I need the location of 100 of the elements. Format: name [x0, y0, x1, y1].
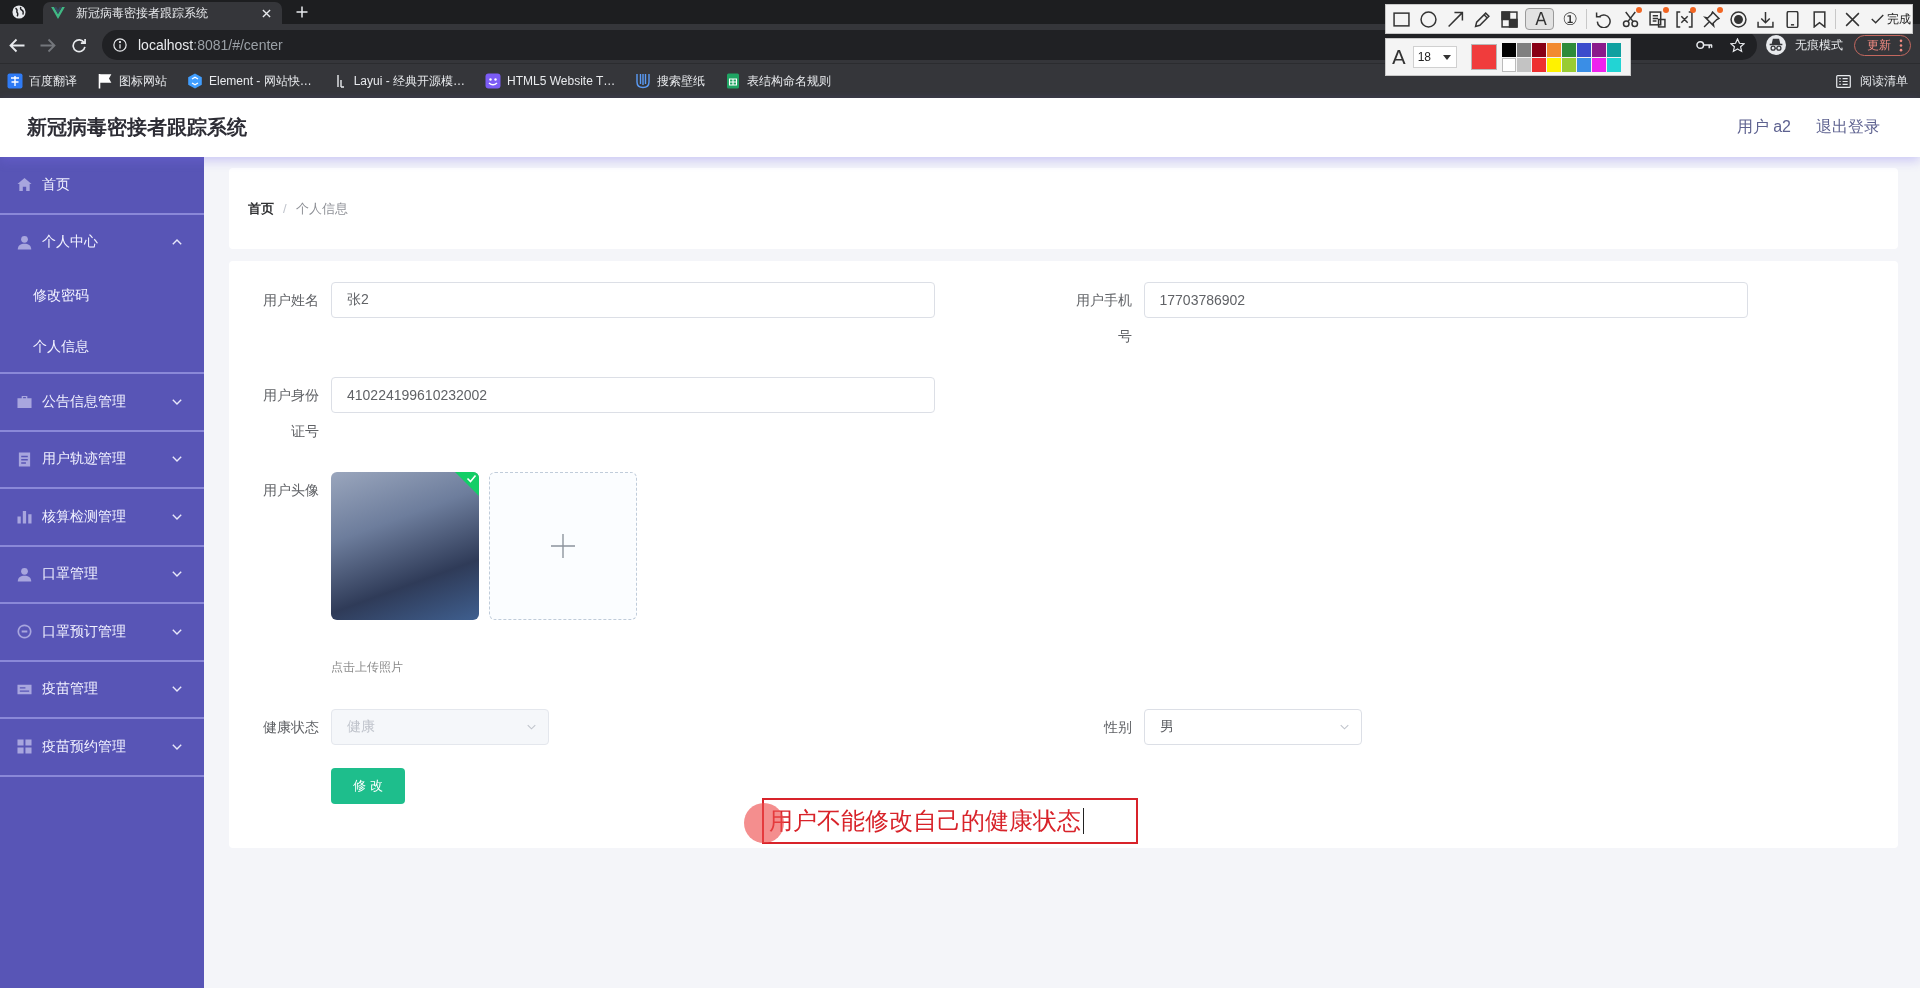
bookmark-icon	[1810, 10, 1828, 28]
field-label: 健康状态	[262, 718, 320, 737]
bar-chart-icon	[17, 509, 32, 525]
color-swatch[interactable]	[1531, 42, 1546, 57]
sidebar-menu-item[interactable]: 口罩管理	[0, 546, 204, 602]
spreadsheet-icon	[725, 73, 742, 89]
grid-icon	[17, 739, 32, 755]
ellipse-icon	[1419, 10, 1437, 28]
tab-close-button[interactable]	[260, 7, 272, 19]
reading-list-button[interactable]: 阅读清单	[1836, 69, 1908, 93]
new-tab-button[interactable]	[296, 6, 308, 18]
sidebar-menu-item[interactable]: 公告信息管理	[0, 374, 204, 430]
bookmark-item[interactable]: Layui - 经典开源模…	[331, 69, 466, 93]
sidebar-submenu-item[interactable]: 个人信息	[0, 321, 204, 372]
field-label: 用户头像	[262, 481, 320, 500]
list-icon	[1836, 74, 1851, 88]
color-swatch[interactable]	[1606, 57, 1621, 72]
upload-hint: 点击上传照片	[331, 659, 404, 676]
done-button[interactable]: 完成	[1871, 8, 1911, 30]
home-icon	[17, 177, 32, 193]
forward-arrow-icon	[40, 37, 56, 53]
user-icon	[17, 566, 32, 582]
current-color-swatch[interactable]	[1470, 44, 1497, 70]
sidebar-menu-item[interactable]: 个人中心	[0, 214, 204, 270]
bookmark-item[interactable]: 搜索壁纸	[635, 69, 706, 93]
bookmark-item[interactable]: 百度翻译	[7, 69, 77, 93]
color-swatch[interactable]	[1591, 57, 1606, 72]
browser-tab[interactable]: 新冠病毒密接者跟踪系统	[43, 2, 282, 24]
pencil-icon	[1473, 10, 1491, 28]
text-caret-icon	[1083, 808, 1084, 834]
chevron-down-icon	[1339, 724, 1349, 730]
close-icon	[261, 8, 271, 18]
color-swatch[interactable]	[1546, 42, 1561, 57]
select-field[interactable]: 男	[1143, 709, 1362, 745]
pin-icon	[1702, 10, 1720, 28]
trident-icon	[635, 73, 652, 89]
color-swatch[interactable]	[1546, 57, 1561, 72]
scissors-icon	[1621, 10, 1639, 28]
incognito-profile-button[interactable]: 无痕模式	[1766, 35, 1849, 55]
color-swatch[interactable]	[1606, 42, 1621, 57]
pin-tool-button[interactable]	[1700, 8, 1722, 30]
record-tool-button[interactable]	[1727, 8, 1749, 30]
back-arrow-icon	[9, 37, 25, 53]
breadcrumb-link[interactable]: 首页	[248, 199, 274, 218]
text-input[interactable]: 张2	[331, 282, 935, 318]
color-swatch[interactable]	[1501, 42, 1516, 57]
hexagon-icon	[187, 73, 203, 89]
kebab-menu-icon	[1899, 38, 1903, 52]
chevron-down-icon	[527, 724, 536, 730]
globe-icon	[12, 5, 26, 19]
bookmark-item[interactable]: HTML5 Website T…	[485, 69, 616, 93]
sidebar-menu-item[interactable]: 疫苗预约管理	[0, 719, 204, 775]
key-icon	[1696, 40, 1713, 50]
color-swatch[interactable]	[1531, 57, 1546, 72]
color-swatch[interactable]	[1516, 57, 1531, 72]
text-tool-button[interactable]: A	[1525, 8, 1554, 30]
mosaic-tool-button[interactable]	[1498, 8, 1520, 30]
sidebar-menu-item[interactable]: 口罩预订管理	[0, 604, 204, 660]
color-swatch[interactable]	[1591, 42, 1606, 57]
sidebar-menu-item[interactable]: 核算检测管理	[0, 489, 204, 545]
bracket-cross-tool-button[interactable]	[1673, 8, 1695, 30]
number-tool-button[interactable]: ①	[1559, 8, 1581, 30]
color-swatch[interactable]	[1501, 57, 1516, 72]
tab-favicon-icon	[51, 7, 65, 19]
color-swatch[interactable]	[1561, 42, 1576, 57]
square-favicon-icon	[7, 73, 23, 89]
color-swatch[interactable]	[1576, 57, 1591, 72]
sidebar-submenu-item[interactable]: 修改密码	[0, 270, 204, 321]
arrow-icon	[1446, 10, 1464, 28]
document-lines-icon	[1648, 10, 1666, 28]
sidebar-menu-item[interactable]: 疫苗管理	[0, 661, 204, 717]
plus-icon	[296, 6, 308, 18]
info-icon	[113, 38, 127, 52]
logout-link[interactable]: 退出登录	[1816, 117, 1880, 138]
document-lines-tool-button[interactable]	[1646, 8, 1668, 30]
flag-icon	[97, 73, 113, 89]
bookmark-item[interactable]: 表结构命名规则	[725, 69, 832, 93]
breadcrumb-current: 个人信息	[295, 199, 348, 218]
sidebar-menu-item[interactable]: 首页	[0, 157, 204, 213]
bookmark-item[interactable]: Element - 网站快…	[187, 69, 312, 93]
color-swatch[interactable]	[1561, 57, 1576, 72]
user-name: 用户 a2	[1736, 117, 1791, 137]
bookmark-item[interactable]: 图标网站	[97, 69, 167, 93]
smiley-icon	[485, 73, 502, 89]
color-swatch[interactable]	[1516, 42, 1531, 57]
bracket-cross-icon	[1675, 10, 1693, 28]
ellipse-tool-button[interactable]	[1417, 8, 1439, 30]
text-input[interactable]: 410224199610232002	[331, 377, 935, 413]
font-size-dropdown[interactable]: 18	[1412, 46, 1457, 68]
text-input[interactable]: 17703786902	[1143, 282, 1748, 318]
check-icon	[1871, 14, 1884, 24]
checkerboard-icon	[1500, 10, 1518, 28]
record-icon	[1729, 10, 1747, 28]
color-swatch[interactable]	[1576, 42, 1591, 57]
briefcase-icon	[17, 394, 32, 410]
phone-icon	[1783, 10, 1801, 28]
download-icon	[1756, 10, 1774, 28]
field-label: 性别	[1102, 718, 1133, 737]
star-icon	[1730, 37, 1745, 53]
sidebar-menu-item[interactable]: 用户轨迹管理	[0, 431, 204, 487]
